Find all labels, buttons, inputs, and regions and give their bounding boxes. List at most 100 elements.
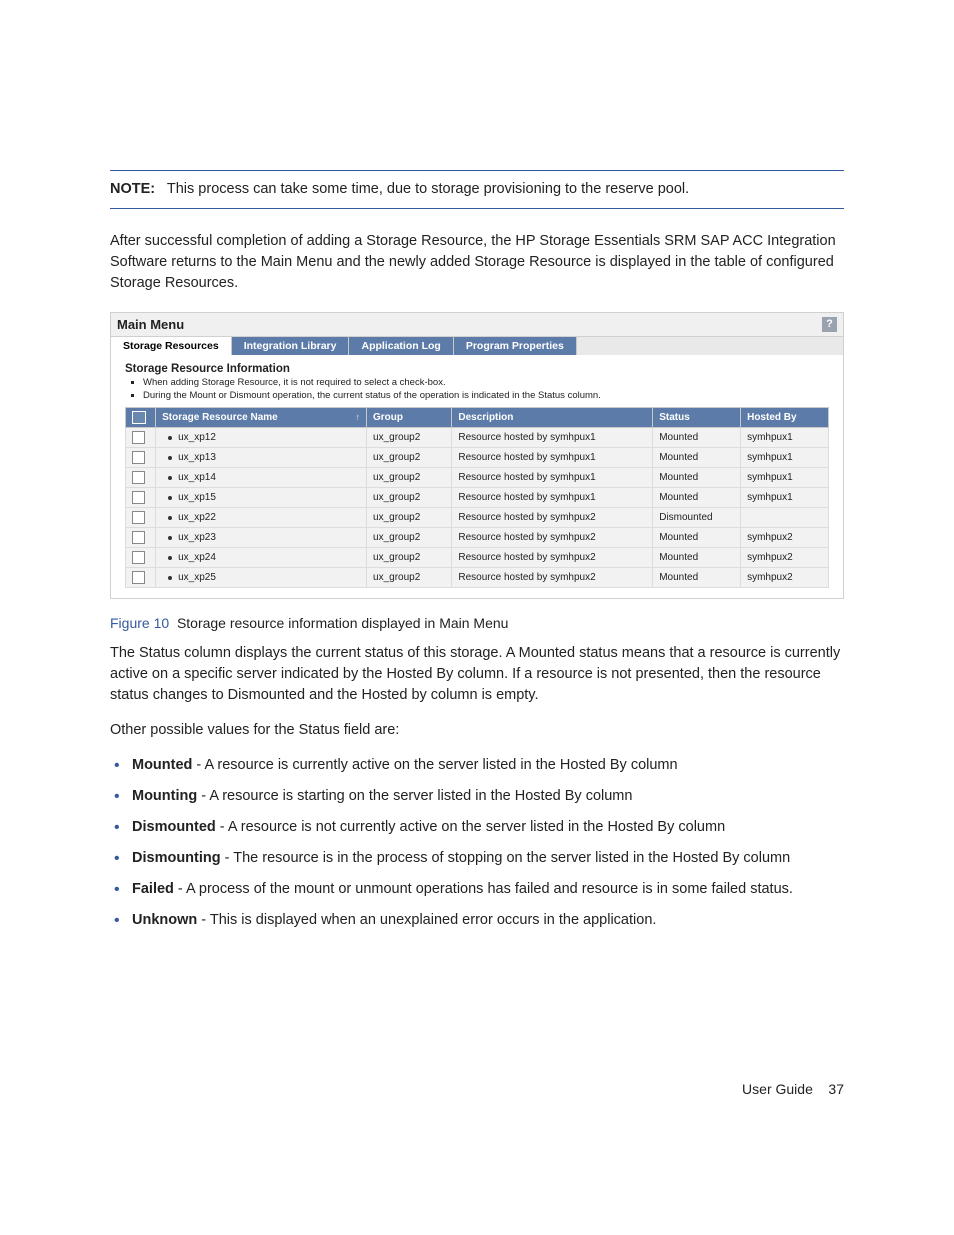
list-item: Failed - A process of the mount or unmou… bbox=[110, 879, 844, 900]
table-row[interactable]: ux_xp14ux_group2Resource hosted by symhp… bbox=[126, 468, 829, 488]
cell-checkbox[interactable] bbox=[126, 568, 156, 588]
cell-name: ux_xp22 bbox=[156, 508, 367, 528]
definitions-list: Mounted - A resource is currently active… bbox=[110, 755, 844, 931]
table-row[interactable]: ux_xp13ux_group2Resource hosted by symhp… bbox=[126, 448, 829, 468]
cell-hosted-by: symhpux1 bbox=[741, 448, 829, 468]
col-name[interactable]: Storage Resource Name↑ bbox=[156, 408, 367, 428]
cell-hosted-by bbox=[741, 508, 829, 528]
cell-description: Resource hosted by symhpux2 bbox=[452, 508, 653, 528]
cell-description: Resource hosted by symhpux1 bbox=[452, 428, 653, 448]
cell-checkbox[interactable] bbox=[126, 528, 156, 548]
help-icon[interactable]: ? bbox=[822, 317, 837, 332]
bullet-icon bbox=[168, 436, 172, 440]
cell-checkbox[interactable] bbox=[126, 548, 156, 568]
intro-paragraph: After successful completion of adding a … bbox=[110, 231, 844, 294]
cell-status: Dismounted bbox=[653, 508, 741, 528]
cell-description: Resource hosted by symhpux1 bbox=[452, 488, 653, 508]
cell-hosted-by: symhpux2 bbox=[741, 568, 829, 588]
checkbox-icon[interactable] bbox=[132, 491, 145, 504]
page-number: 37 bbox=[828, 1081, 844, 1097]
values-intro: Other possible values for the Status fie… bbox=[110, 720, 844, 741]
checkbox-icon[interactable] bbox=[132, 531, 145, 544]
cell-checkbox[interactable] bbox=[126, 448, 156, 468]
cell-group: ux_group2 bbox=[367, 528, 452, 548]
tab-storage-resources[interactable]: Storage Resources bbox=[111, 337, 232, 355]
cell-checkbox[interactable] bbox=[126, 428, 156, 448]
cell-checkbox[interactable] bbox=[126, 508, 156, 528]
cell-description: Resource hosted by symhpux2 bbox=[452, 548, 653, 568]
hint-item: When adding Storage Resource, it is not … bbox=[143, 377, 829, 388]
cell-name: ux_xp23 bbox=[156, 528, 367, 548]
bullet-icon bbox=[168, 496, 172, 500]
cell-hosted-by: symhpux1 bbox=[741, 468, 829, 488]
cell-checkbox[interactable] bbox=[126, 488, 156, 508]
cell-status: Mounted bbox=[653, 488, 741, 508]
col-select[interactable] bbox=[126, 408, 156, 428]
bullet-icon bbox=[168, 556, 172, 560]
table-row[interactable]: ux_xp23ux_group2Resource hosted by symhp… bbox=[126, 528, 829, 548]
storage-resource-table: Storage Resource Name↑ Group Description… bbox=[125, 407, 829, 588]
table-row[interactable]: ux_xp15ux_group2Resource hosted by symhp… bbox=[126, 488, 829, 508]
list-item: Mounting - A resource is starting on the… bbox=[110, 786, 844, 807]
select-all-checkbox-icon[interactable] bbox=[132, 411, 146, 424]
cell-hosted-by: symhpux1 bbox=[741, 428, 829, 448]
cell-status: Mounted bbox=[653, 428, 741, 448]
bullet-icon bbox=[168, 576, 172, 580]
hint-item: During the Mount or Dismount operation, … bbox=[143, 390, 829, 401]
cell-hosted-by: symhpux2 bbox=[741, 548, 829, 568]
col-hosted-by[interactable]: Hosted By bbox=[741, 408, 829, 428]
checkbox-icon[interactable] bbox=[132, 451, 145, 464]
checkbox-icon[interactable] bbox=[132, 571, 145, 584]
tab-application-log[interactable]: Application Log bbox=[349, 337, 453, 355]
tab-program-properties[interactable]: Program Properties bbox=[454, 337, 577, 355]
note-box: NOTE: This process can take some time, d… bbox=[110, 170, 844, 209]
bullet-icon bbox=[168, 456, 172, 460]
checkbox-icon[interactable] bbox=[132, 471, 145, 484]
figure-label: Figure 10 bbox=[110, 615, 169, 631]
main-menu-title: Main Menu bbox=[117, 317, 184, 332]
cell-description: Resource hosted by symhpux2 bbox=[452, 568, 653, 588]
col-description[interactable]: Description bbox=[452, 408, 653, 428]
tab-integration-library[interactable]: Integration Library bbox=[232, 337, 350, 355]
table-row[interactable]: ux_xp24ux_group2Resource hosted by symhp… bbox=[126, 548, 829, 568]
checkbox-icon[interactable] bbox=[132, 431, 145, 444]
table-row[interactable]: ux_xp12ux_group2Resource hosted by symhp… bbox=[126, 428, 829, 448]
cell-description: Resource hosted by symhpux1 bbox=[452, 468, 653, 488]
cell-name: ux_xp24 bbox=[156, 548, 367, 568]
figure-caption-text: Storage resource information displayed i… bbox=[177, 615, 509, 631]
status-paragraph: The Status column displays the current s… bbox=[110, 643, 844, 706]
note-label: NOTE: bbox=[110, 181, 155, 197]
cell-group: ux_group2 bbox=[367, 548, 452, 568]
bullet-icon bbox=[168, 536, 172, 540]
cell-group: ux_group2 bbox=[367, 468, 452, 488]
cell-status: Mounted bbox=[653, 448, 741, 468]
list-item: Dismounted - A resource is not currently… bbox=[110, 817, 844, 838]
cell-status: Mounted bbox=[653, 568, 741, 588]
table-row[interactable]: ux_xp22ux_group2Resource hosted by symhp… bbox=[126, 508, 829, 528]
checkbox-icon[interactable] bbox=[132, 551, 145, 564]
list-item: Dismounting - The resource is in the pro… bbox=[110, 848, 844, 869]
col-status[interactable]: Status bbox=[653, 408, 741, 428]
checkbox-icon[interactable] bbox=[132, 511, 145, 524]
sort-asc-icon: ↑ bbox=[356, 412, 361, 422]
cell-hosted-by: symhpux2 bbox=[741, 528, 829, 548]
figure-10: Main Menu ? Storage Resources Integratio… bbox=[110, 312, 844, 599]
tab-bar: Storage Resources Integration Library Ap… bbox=[111, 337, 843, 355]
table-row[interactable]: ux_xp25ux_group2Resource hosted by symhp… bbox=[126, 568, 829, 588]
cell-name: ux_xp13 bbox=[156, 448, 367, 468]
cell-status: Mounted bbox=[653, 468, 741, 488]
cell-name: ux_xp14 bbox=[156, 468, 367, 488]
page-footer: User Guide 37 bbox=[110, 1081, 844, 1097]
cell-name: ux_xp25 bbox=[156, 568, 367, 588]
cell-checkbox[interactable] bbox=[126, 468, 156, 488]
cell-description: Resource hosted by symhpux1 bbox=[452, 448, 653, 468]
cell-status: Mounted bbox=[653, 548, 741, 568]
note-text: This process can take some time, due to … bbox=[167, 181, 689, 197]
cell-group: ux_group2 bbox=[367, 448, 452, 468]
cell-hosted-by: symhpux1 bbox=[741, 488, 829, 508]
hint-list: When adding Storage Resource, it is not … bbox=[143, 377, 829, 401]
bullet-icon bbox=[168, 516, 172, 520]
col-group[interactable]: Group bbox=[367, 408, 452, 428]
cell-group: ux_group2 bbox=[367, 428, 452, 448]
cell-name: ux_xp12 bbox=[156, 428, 367, 448]
